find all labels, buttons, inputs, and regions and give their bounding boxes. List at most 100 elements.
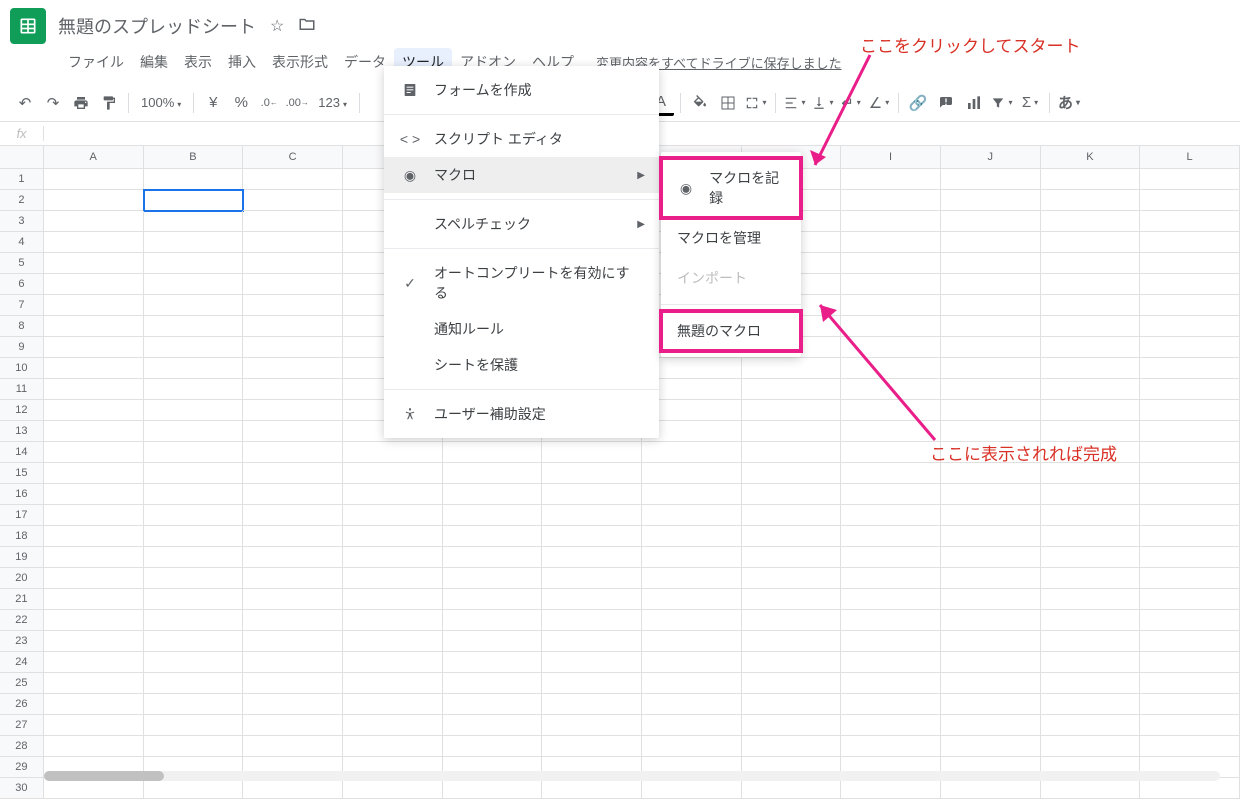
cell[interactable] <box>44 463 144 484</box>
move-folder-icon[interactable] <box>298 15 316 38</box>
cell[interactable] <box>343 547 443 568</box>
cell[interactable] <box>1140 505 1240 526</box>
cell[interactable] <box>841 589 941 610</box>
cell[interactable] <box>243 589 343 610</box>
cell[interactable] <box>941 673 1041 694</box>
cell[interactable] <box>542 610 642 631</box>
cell[interactable] <box>144 400 244 421</box>
cell[interactable] <box>941 337 1041 358</box>
row-header[interactable]: 17 <box>0 505 44 526</box>
cell[interactable] <box>443 610 543 631</box>
cell[interactable] <box>44 358 144 379</box>
cell[interactable] <box>144 421 244 442</box>
cell[interactable] <box>742 652 842 673</box>
cell[interactable] <box>1041 169 1141 190</box>
cell[interactable] <box>1140 715 1240 736</box>
cell[interactable] <box>1140 652 1240 673</box>
undo-icon[interactable]: ↶ <box>12 90 38 116</box>
cell[interactable] <box>343 568 443 589</box>
cell[interactable] <box>144 190 244 211</box>
cell[interactable] <box>542 631 642 652</box>
menu-untitled-macro[interactable]: 無題のマクロ <box>661 311 801 351</box>
cell[interactable] <box>542 547 642 568</box>
col-header[interactable]: K <box>1041 146 1141 169</box>
cell[interactable] <box>742 463 842 484</box>
cell[interactable] <box>642 631 742 652</box>
cell[interactable] <box>1140 484 1240 505</box>
cell[interactable] <box>1140 463 1240 484</box>
borders-icon[interactable] <box>715 90 741 116</box>
cell[interactable] <box>144 316 244 337</box>
increase-decimal-icon[interactable]: .00→ <box>284 90 310 116</box>
cell[interactable] <box>542 442 642 463</box>
cell[interactable] <box>1041 190 1141 211</box>
cell[interactable] <box>343 778 443 799</box>
cell[interactable] <box>144 778 244 799</box>
cell[interactable] <box>243 484 343 505</box>
cell[interactable] <box>343 589 443 610</box>
cell[interactable] <box>1140 568 1240 589</box>
cell[interactable] <box>343 736 443 757</box>
menu-view[interactable]: 表示 <box>176 48 220 76</box>
cell[interactable] <box>343 715 443 736</box>
cell[interactable] <box>542 652 642 673</box>
cell[interactable] <box>443 694 543 715</box>
col-header[interactable]: B <box>144 146 244 169</box>
cell[interactable] <box>1140 232 1240 253</box>
cell[interactable] <box>1041 400 1141 421</box>
cell[interactable] <box>243 442 343 463</box>
row-header[interactable]: 16 <box>0 484 44 505</box>
cell[interactable] <box>542 673 642 694</box>
cell[interactable] <box>941 316 1041 337</box>
cell[interactable] <box>44 253 144 274</box>
cell[interactable] <box>44 400 144 421</box>
cell[interactable] <box>1140 442 1240 463</box>
cell[interactable] <box>443 463 543 484</box>
cell[interactable] <box>144 547 244 568</box>
row-header[interactable]: 20 <box>0 568 44 589</box>
cell[interactable] <box>542 715 642 736</box>
cell[interactable] <box>343 526 443 547</box>
menu-autocomplete[interactable]: ✓ オートコンプリートを有効にする <box>384 255 659 311</box>
cell[interactable] <box>941 169 1041 190</box>
cell[interactable] <box>642 694 742 715</box>
cell[interactable] <box>841 547 941 568</box>
cell[interactable] <box>841 778 941 799</box>
cell[interactable] <box>1140 337 1240 358</box>
cell[interactable] <box>343 631 443 652</box>
cell[interactable] <box>243 295 343 316</box>
cell[interactable] <box>941 694 1041 715</box>
menu-insert[interactable]: 挿入 <box>220 48 264 76</box>
cell[interactable] <box>642 610 742 631</box>
cell[interactable] <box>1041 379 1141 400</box>
row-header[interactable]: 21 <box>0 589 44 610</box>
row-header[interactable]: 1 <box>0 169 44 190</box>
cell[interactable] <box>44 652 144 673</box>
cell[interactable] <box>642 442 742 463</box>
cell[interactable] <box>941 526 1041 547</box>
merge-cells-icon[interactable] <box>743 90 769 116</box>
cell[interactable] <box>144 631 244 652</box>
cell[interactable] <box>243 211 343 232</box>
cell[interactable] <box>941 631 1041 652</box>
cell[interactable] <box>343 463 443 484</box>
cell[interactable] <box>243 358 343 379</box>
cell[interactable] <box>941 421 1041 442</box>
cell[interactable] <box>44 442 144 463</box>
cell[interactable] <box>343 505 443 526</box>
cell[interactable] <box>1041 694 1141 715</box>
cell[interactable] <box>144 274 244 295</box>
cell[interactable] <box>1140 400 1240 421</box>
cell[interactable] <box>542 526 642 547</box>
cell[interactable] <box>742 673 842 694</box>
cell[interactable] <box>841 505 941 526</box>
menu-edit[interactable]: 編集 <box>132 48 176 76</box>
cell[interactable] <box>1140 211 1240 232</box>
row-header[interactable]: 27 <box>0 715 44 736</box>
decrease-decimal-icon[interactable]: .0← <box>256 90 282 116</box>
cell[interactable] <box>742 505 842 526</box>
cell[interactable] <box>941 715 1041 736</box>
cell[interactable] <box>1041 715 1141 736</box>
cell[interactable] <box>542 463 642 484</box>
row-header[interactable]: 14 <box>0 442 44 463</box>
